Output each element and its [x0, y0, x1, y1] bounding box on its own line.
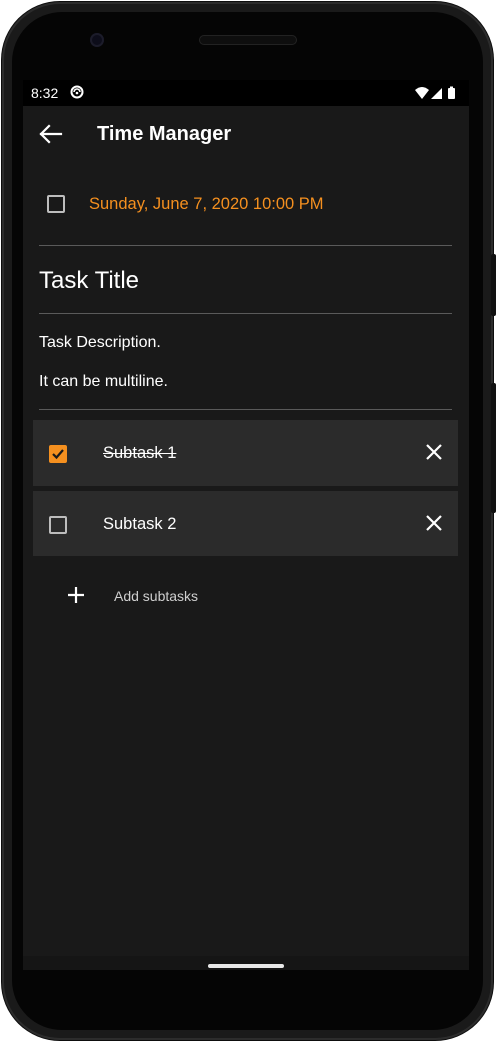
close-icon[interactable] [425, 443, 443, 461]
back-arrow-icon[interactable] [37, 122, 65, 146]
screen: 8:32 Time Manager Sunday, June 7, 2020 1… [23, 80, 469, 970]
app-bar: Time Manager [23, 106, 469, 162]
add-subtasks-label: Add subtasks [114, 588, 199, 604]
subtask-label[interactable]: Subtask 1 [103, 444, 176, 463]
divider [39, 409, 452, 410]
battery-icon [448, 86, 455, 99]
task-description-line-2[interactable]: It can be multiline. [39, 373, 168, 391]
app-title: Time Manager [97, 123, 232, 145]
task-complete-checkbox[interactable] [47, 195, 65, 213]
subtask-label[interactable]: Subtask 2 [103, 515, 176, 534]
subtask-checkbox[interactable] [49, 445, 67, 463]
divider [39, 313, 452, 314]
subtask-checkbox[interactable] [49, 516, 67, 534]
volume-button [491, 383, 496, 513]
app-notification-icon [70, 85, 84, 99]
task-title[interactable]: Task Title [39, 267, 139, 295]
divider [39, 245, 452, 246]
subtask-item: Subtask 2 [33, 491, 458, 556]
status-time: 8:32 [31, 85, 59, 101]
wifi-icon [415, 87, 429, 99]
status-icons [415, 86, 455, 99]
signal-icon [431, 88, 442, 99]
subtask-item: Subtask 1 [33, 420, 458, 486]
checkmark-icon [52, 449, 64, 460]
home-gesture-handle[interactable] [208, 964, 284, 968]
due-date[interactable]: Sunday, June 7, 2020 10:00 PM [89, 195, 324, 214]
status-bar: 8:32 [23, 80, 469, 106]
add-subtasks-button[interactable]: Add subtasks [23, 576, 469, 620]
task-description-line-1[interactable]: Task Description. [39, 334, 161, 352]
earpiece-speaker [199, 35, 297, 45]
plus-icon [68, 587, 84, 603]
close-icon[interactable] [425, 514, 443, 532]
front-camera [90, 33, 104, 47]
power-button [491, 254, 496, 316]
